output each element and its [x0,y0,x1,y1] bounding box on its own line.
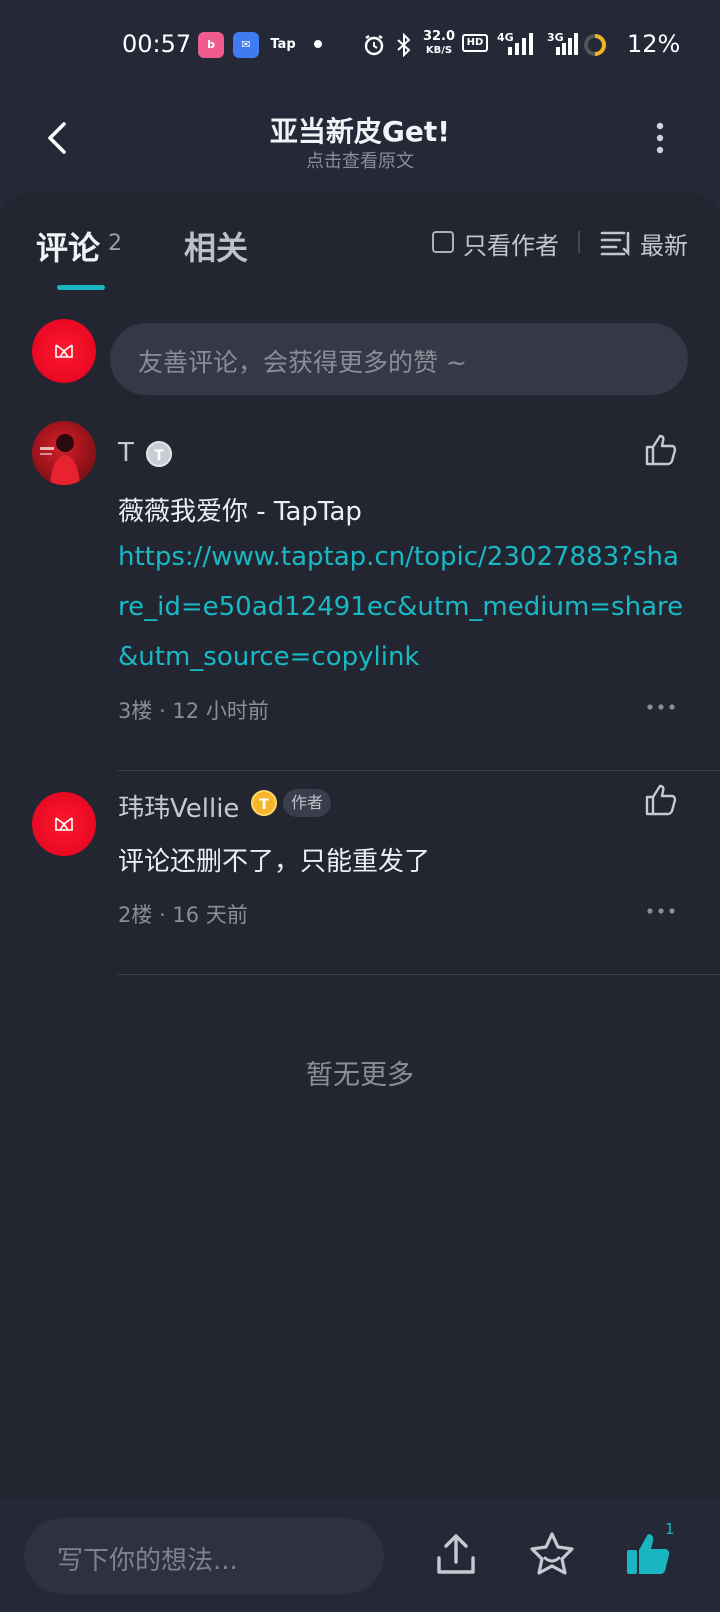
hd-icon: HD [462,34,488,52]
page-title[interactable]: 亚当新皮Get! [0,110,720,150]
avatar[interactable] [32,421,96,485]
meta-separator: · [159,699,173,723]
comment-text: 薇薇我爱你 - TapTap [118,497,362,527]
comment-meta: 3楼 · 12 小时前 [118,695,269,725]
favorite-star-icon[interactable] [527,1530,577,1580]
my-avatar[interactable] [32,319,96,383]
tap-app-icon: Tap [270,37,296,52]
battery-level: 12% [627,30,681,58]
bluetooth-icon [397,33,411,57]
comment-username[interactable]: 玮玮Vellie [118,788,239,825]
signal-icon-1 [508,33,533,55]
mail-app-icon: ✉ [233,32,259,58]
no-more-label: 暂无更多 [306,1060,414,1091]
comment-time: 16 天前 [172,903,248,927]
view-original-link[interactable]: 点击查看原文 [0,147,720,173]
share-icon[interactable] [431,1530,481,1580]
comment-divider [118,974,720,975]
only-author-checkbox[interactable] [432,231,454,253]
alarm-icon [364,35,384,56]
sort-label[interactable]: 最新 [640,226,688,261]
comment-input[interactable]: 友善评论，会获得更多的赞 ~ [110,323,688,395]
comments-panel: 评论 2 相关 只看作者 最新 友善评论，会获得更多的赞 ~ T T 薇薇我爱你… [0,193,720,1612]
floor-number: 2楼 [118,903,153,927]
tab-related[interactable]: 相关 [184,223,248,269]
comment-divider [118,770,720,771]
meta-separator: · [159,903,173,927]
more-horizontal-icon[interactable] [646,703,676,711]
avatar[interactable] [32,792,96,856]
floor-number: 3楼 [118,699,153,723]
net-speed-value: 32.0 [422,29,456,44]
notification-dot-icon [314,40,322,48]
net-speed-unit: KB/S [425,45,453,56]
write-comment-placeholder: 写下你的想法... [57,1546,238,1576]
divider [578,231,580,253]
signal-icon-2 [556,33,578,55]
more-horizontal-icon[interactable] [646,907,676,915]
level-badge-icon: T [146,441,172,467]
header: 亚当新皮Get! 点击查看原文 [0,90,720,190]
bili-app-icon: b [198,32,224,58]
comment-meta: 2楼 · 16 天前 [118,899,248,929]
comment-time: 12 小时前 [172,699,269,723]
author-badge: 作者 [283,789,332,817]
comment-link[interactable]: https://www.taptap.cn/topic/23027883?sha… [118,532,688,682]
bottom-bar: 写下你的想法... 1 [0,1500,720,1612]
comments-count: 2 [108,231,122,256]
status-time: 00:57 [122,30,192,58]
status-bar: 00:57 b ✉ Tap 32.0 KB/S HD 4G 3G 12% [0,0,720,90]
comment-username[interactable]: T [118,438,134,468]
level-badge-icon: T [251,790,277,816]
tab-comments[interactable]: 评论 [36,223,100,269]
comment-text: 评论还删不了，只能重发了 [118,847,431,877]
like-icon[interactable] [643,433,677,467]
net-speed: 32.0 KB/S [421,30,457,57]
only-author-label[interactable]: 只看作者 [463,226,559,261]
like-icon[interactable] [643,783,677,817]
like-count: 1 [665,1520,675,1538]
comment-input-placeholder: 友善评论，会获得更多的赞 ~ [138,348,467,377]
write-comment-input[interactable]: 写下你的想法... [24,1518,384,1594]
tab-active-indicator [57,285,105,290]
more-vertical-icon[interactable] [650,118,670,158]
battery-ring-icon [584,34,606,56]
sort-icon[interactable] [600,229,632,257]
